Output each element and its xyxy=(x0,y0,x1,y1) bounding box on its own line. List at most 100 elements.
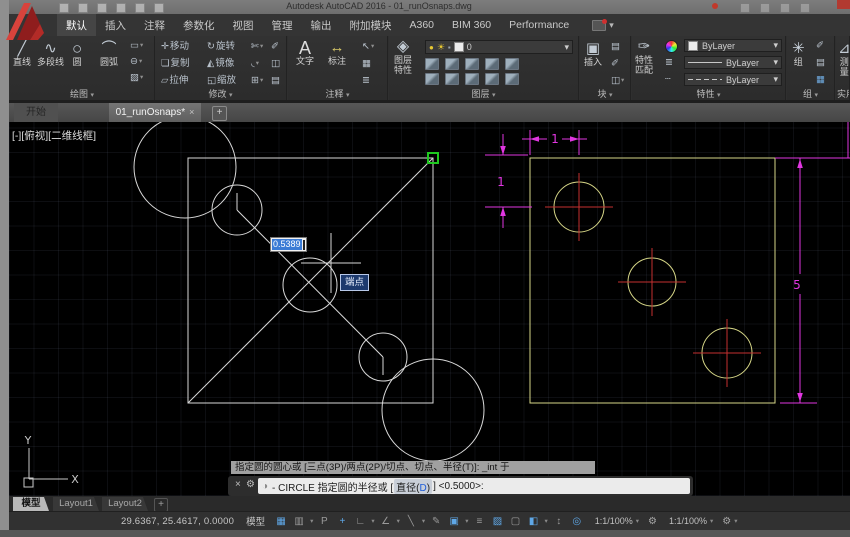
layer-freeze-button[interactable] xyxy=(465,58,479,70)
hatch-button[interactable]: ▨ ▾ xyxy=(130,72,143,84)
object-snap-tracking-toggle[interactable]: ∠ xyxy=(378,515,394,528)
ungroup-button[interactable]: ✐ xyxy=(816,40,824,52)
transparency-toggle[interactable]: ▨ xyxy=(489,515,505,528)
dynamic-input-toggle[interactable]: ▣ xyxy=(446,515,462,528)
mirror-button[interactable]: ◭镜像 xyxy=(207,58,234,70)
ellipse-button[interactable]: ⊖ ▾ xyxy=(130,56,142,68)
selection-cycling-toggle[interactable]: ▢ xyxy=(507,515,523,528)
3d-object-snap-toggle[interactable]: ◧ xyxy=(525,515,541,528)
chevron-down-icon[interactable]: ▾ xyxy=(636,517,639,525)
polyline-button[interactable]: ∿ 多段线 xyxy=(37,41,64,67)
panel-label-block[interactable]: 块 ▾ xyxy=(580,88,630,100)
layer-unlock-button[interactable] xyxy=(485,73,499,85)
ribbon-tab-insert[interactable]: 插入 xyxy=(96,14,135,36)
table-button[interactable]: ▦ xyxy=(362,58,371,70)
new-drawing-button[interactable]: + xyxy=(212,106,227,121)
region-button[interactable]: ▤ xyxy=(271,75,280,87)
autocad-logo[interactable] xyxy=(2,0,54,42)
a360-signin-icon[interactable] xyxy=(760,3,770,13)
copy-button[interactable]: ❏复制 xyxy=(161,58,190,70)
line-button[interactable]: ╱ 直线 xyxy=(13,41,31,67)
dynamic-input-field[interactable]: 0.5389 xyxy=(270,237,307,252)
panel-label-utilities[interactable]: 实用 xyxy=(836,88,850,100)
measure-button[interactable]: ⊿ 测量 xyxy=(838,41,850,77)
trim-button[interactable]: ✄▾ xyxy=(251,41,263,53)
command-input[interactable]: ◑ - CIRCLE 指定圆的半径或 [ 直径(D) ] <0.5000>: xyxy=(258,478,690,494)
dynamic-input-dropdown-icon[interactable]: ▾ xyxy=(465,517,468,525)
ribbon-tab-parametric[interactable]: 参数化 xyxy=(174,14,224,36)
qat-new-button[interactable] xyxy=(59,3,69,13)
viewport-scale-value[interactable]: 1:1/100% xyxy=(669,516,707,526)
color-wheel-button[interactable] xyxy=(665,40,678,53)
chevron-down-icon[interactable]: ▾ xyxy=(734,517,737,525)
block-editor-button[interactable]: ◫▾ xyxy=(611,75,624,87)
drawing-area[interactable]: [-][俯视][二维线框] 115YX 0.5389 端点 xyxy=(9,122,850,496)
insert-block-button[interactable]: ▣ 插入 xyxy=(584,41,602,67)
layer-match-button[interactable] xyxy=(505,58,519,70)
object-color-select[interactable]: ByLayer ▾ xyxy=(684,39,782,52)
tab-layout1[interactable]: Layout1 xyxy=(53,497,99,511)
arc-button[interactable]: ⌒ 圆弧 xyxy=(100,41,118,67)
layer-isolate-button[interactable] xyxy=(445,58,459,70)
chevron-down-icon[interactable]: ▾ xyxy=(609,20,614,31)
scale-button[interactable]: ◱缩放 xyxy=(207,75,236,87)
workspace-gear-icon[interactable]: ⚙ xyxy=(648,516,657,527)
qat-plot-button[interactable] xyxy=(116,3,126,13)
text-style-button[interactable]: ≣ xyxy=(362,75,370,87)
3d-object-snap-dropdown-icon[interactable]: ▾ xyxy=(544,517,547,525)
lineweight-select[interactable]: ByLayer ▾ xyxy=(684,56,782,69)
command-option-diameter[interactable]: 直径(D) xyxy=(394,479,432,494)
tab-start[interactable]: 开始 xyxy=(14,103,58,122)
layer-properties-button[interactable]: ◈ 图层 特性 xyxy=(394,39,412,75)
dimension-button[interactable]: ↔ 标注 xyxy=(328,40,346,66)
create-block-button[interactable]: ▤ xyxy=(611,41,620,53)
panel-label-properties[interactable]: 特性 ▾ xyxy=(632,88,785,100)
qat-open-button[interactable] xyxy=(78,3,88,13)
close-icon[interactable]: × xyxy=(235,479,241,490)
qat-save-button[interactable] xyxy=(97,3,107,13)
help-icon[interactable] xyxy=(800,3,810,13)
panel-label-groups[interactable]: 组 ▾ xyxy=(787,88,834,100)
grid-display-toggle[interactable]: ▦ xyxy=(273,515,289,528)
group-button[interactable]: ✳ 组 xyxy=(792,41,805,67)
tab-layout2[interactable]: Layout2 xyxy=(102,497,148,511)
object-snap-tracking-dropdown-icon[interactable]: ▾ xyxy=(397,517,400,525)
ribbon-tab-performance[interactable]: Performance xyxy=(500,14,578,36)
chevron-down-icon[interactable]: ▾ xyxy=(710,517,713,525)
close-icon[interactable]: × xyxy=(189,107,194,117)
ribbon-tab-output[interactable]: 输出 xyxy=(302,14,341,36)
ribbon-tab-annotate[interactable]: 注释 xyxy=(135,14,174,36)
performance-recorder[interactable]: ▾ xyxy=(592,14,614,36)
layer-current-button[interactable] xyxy=(505,73,519,85)
ribbon-tab-a360[interactable]: A360 xyxy=(401,14,444,36)
snap-mode-toggle[interactable]: ▥ xyxy=(291,515,307,528)
isometric-drafting-dropdown-icon[interactable]: ▾ xyxy=(371,517,374,525)
array-button[interactable]: ⊞▾ xyxy=(251,75,263,87)
group-edit-button[interactable]: ▤ xyxy=(816,57,825,69)
annotation-visibility-toggle[interactable]: ◎ xyxy=(569,515,585,528)
group-selection-button[interactable]: ▦ xyxy=(816,74,825,86)
lineweight-display-toggle[interactable]: ≡ xyxy=(471,515,487,528)
command-line-dock[interactable]: × ⚙ ◑ - CIRCLE 指定圆的半径或 [ 直径(D) ] <0.5000… xyxy=(228,476,693,496)
panel-label-draw[interactable]: 绘图 ▾ xyxy=(10,88,154,100)
qat-redo-button[interactable] xyxy=(154,3,164,13)
ribbon-tab-manage[interactable]: 管理 xyxy=(263,14,302,36)
panel-label-modify[interactable]: 修改 ▾ xyxy=(155,88,286,100)
lineweight-list-button[interactable]: ≣ xyxy=(665,57,673,69)
dynamic-ucs-toggle[interactable]: ↕ xyxy=(551,515,567,528)
panel-label-annotate[interactable]: 注释 ▾ xyxy=(288,88,387,100)
tab-drawing[interactable]: 01_runOsnaps*× xyxy=(109,103,201,122)
object-snap-toggle[interactable]: ╲ xyxy=(403,515,419,528)
settings-gear-icon[interactable]: ⚙ xyxy=(722,516,731,527)
erase-button[interactable]: ✐ xyxy=(271,41,279,53)
linetype-list-button[interactable]: ┄ xyxy=(665,74,671,86)
qat-undo-button[interactable] xyxy=(135,3,145,13)
ribbon-tab-home[interactable]: 默认 xyxy=(57,14,96,36)
stretch-button[interactable]: ▱拉伸 xyxy=(161,75,188,87)
explode-button[interactable]: ◫ xyxy=(271,58,280,70)
ribbon-tab-bim360[interactable]: BIM 360 xyxy=(443,14,500,36)
exchange-apps-icon[interactable] xyxy=(780,3,790,13)
annotation-monitor-toggle[interactable]: ✎ xyxy=(428,515,444,528)
annotation-scale-value[interactable]: 1:1/100% xyxy=(595,516,633,526)
panel-label-layers[interactable]: 图层 ▾ xyxy=(389,88,578,100)
